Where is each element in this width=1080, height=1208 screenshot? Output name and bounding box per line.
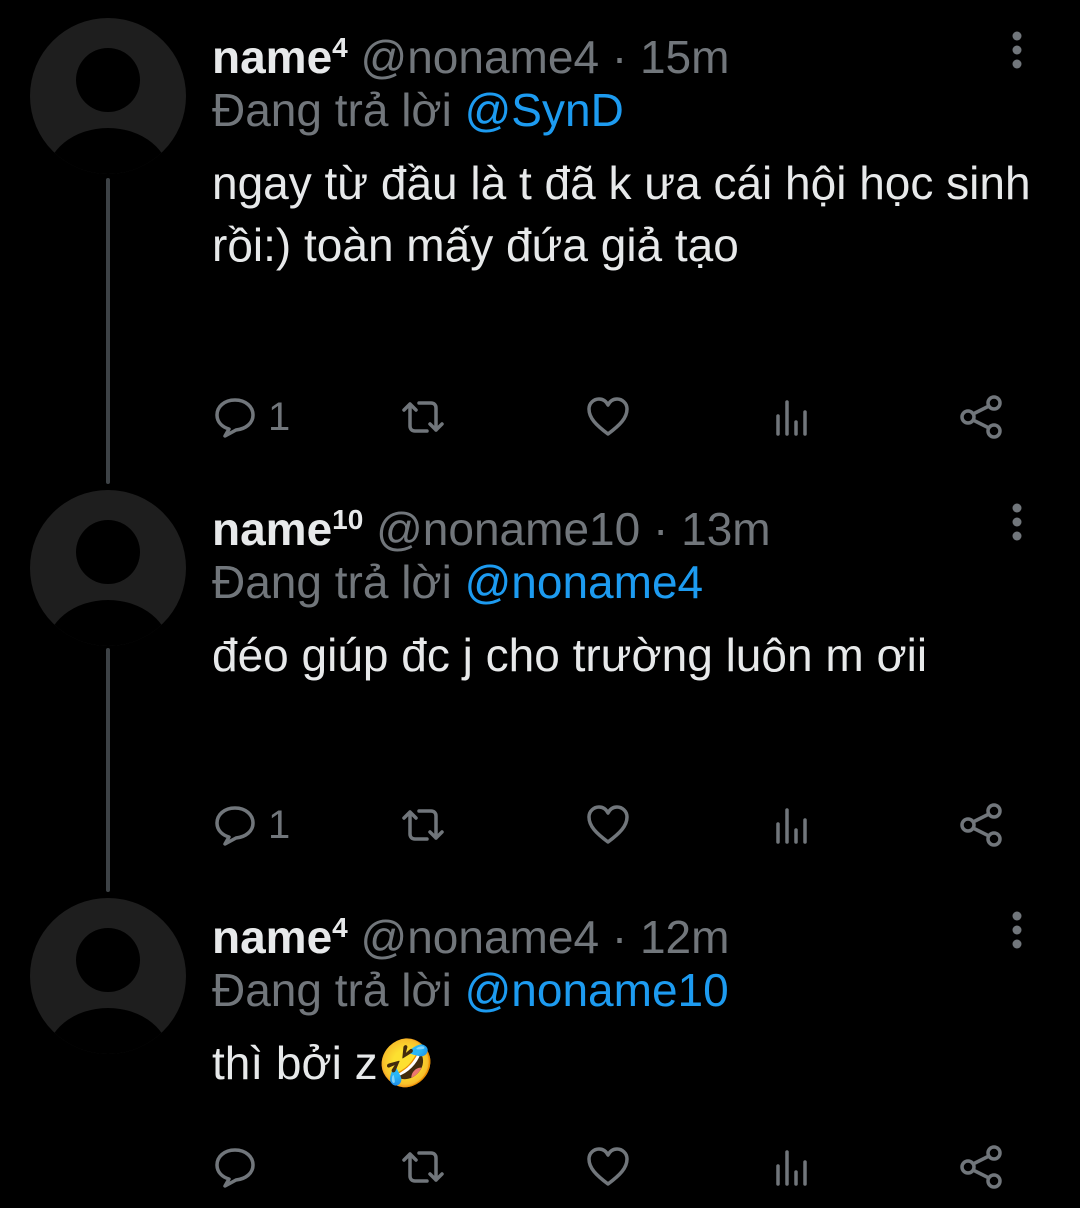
user-handle[interactable]: @noname10 [376, 503, 640, 555]
tweet-actions [212, 1142, 1032, 1192]
user-handle[interactable]: @noname4 [361, 31, 600, 83]
display-name[interactable]: name4 [212, 911, 348, 963]
retweet-button[interactable] [398, 800, 448, 850]
separator: · [611, 31, 628, 83]
reply-mention-link[interactable]: @noname4 [465, 556, 704, 608]
analytics-icon [776, 808, 807, 844]
share-button[interactable] [958, 392, 1006, 442]
avatar[interactable] [30, 490, 186, 646]
tweet-header: name4 @noname4 · 15m [212, 18, 729, 83]
tweet-actions: 1 [212, 800, 1032, 850]
display-name[interactable]: name4 [212, 31, 348, 83]
more-vertical-icon [1012, 31, 1022, 69]
reply-count: 1 [268, 802, 291, 847]
reply-icon [215, 806, 255, 846]
views-button[interactable] [772, 800, 812, 850]
replying-to-label: Đang trả lời [212, 84, 452, 136]
separator: · [611, 911, 628, 963]
like-button[interactable] [584, 392, 632, 442]
reply-button[interactable]: 1 [212, 392, 290, 442]
replying-to-label: Đang trả lời [212, 964, 452, 1016]
reply-mention-link[interactable]: @SynD [465, 84, 624, 136]
share-icon [960, 1145, 1002, 1189]
replying-to: Đang trả lời @noname4 [212, 552, 703, 612]
replying-to: Đang trả lời @noname10 [212, 960, 729, 1020]
tweet-actions: 1 [212, 392, 1032, 442]
avatar[interactable] [30, 18, 186, 174]
share-icon [960, 395, 1002, 439]
avatar[interactable] [30, 898, 186, 1054]
retweet-icon [402, 809, 444, 841]
views-button[interactable] [772, 392, 812, 442]
like-button[interactable] [584, 1142, 632, 1192]
timestamp[interactable]: 12m [640, 911, 729, 963]
more-vertical-icon [1012, 503, 1022, 541]
replying-to: Đang trả lời @SynD [212, 80, 624, 140]
analytics-icon [776, 400, 807, 436]
reply-button[interactable] [212, 1142, 268, 1192]
analytics-icon [776, 1150, 807, 1186]
timestamp[interactable]: 15m [640, 31, 729, 83]
timestamp[interactable]: 13m [681, 503, 770, 555]
retweet-button[interactable] [398, 1142, 448, 1192]
heart-icon [587, 397, 629, 436]
tweet-text: đéo giúp đc j cho trường luôn m ơii [212, 629, 928, 681]
tweet-header: name4 @noname4 · 12m [212, 898, 729, 963]
thread-connector-line [106, 648, 110, 892]
tweet-header: name10 @noname10 · 13m [212, 490, 771, 555]
reply-icon [215, 398, 255, 438]
tweet-text: thì bởi z🤣 [212, 1037, 435, 1089]
thread-connector-line [106, 178, 110, 484]
retweet-icon [402, 1151, 444, 1183]
reply-button[interactable]: 1 [212, 800, 290, 850]
more-options-button[interactable] [1002, 502, 1032, 542]
default-avatar-icon [46, 48, 170, 174]
heart-icon [587, 1147, 629, 1186]
share-icon [960, 803, 1002, 847]
default-avatar-icon [46, 520, 170, 646]
more-options-button[interactable] [1002, 910, 1032, 950]
share-button[interactable] [958, 1142, 1006, 1192]
like-button[interactable] [584, 800, 632, 850]
heart-icon [587, 805, 629, 844]
reply-count: 1 [268, 394, 291, 439]
more-options-button[interactable] [1002, 30, 1032, 70]
display-name[interactable]: name10 [212, 503, 363, 555]
replying-to-label: Đang trả lời [212, 556, 452, 608]
tweet-text: ngay từ đầu là t đã k ưa cái hội học sin… [212, 157, 1031, 271]
reply-mention-link[interactable]: @noname10 [465, 964, 729, 1016]
views-button[interactable] [772, 1142, 812, 1192]
separator: · [653, 503, 669, 555]
retweet-icon [402, 401, 444, 433]
retweet-button[interactable] [398, 392, 448, 442]
default-avatar-icon [46, 928, 170, 1054]
share-button[interactable] [958, 800, 1006, 850]
reply-icon [215, 1148, 255, 1188]
more-vertical-icon [1012, 911, 1022, 949]
user-handle[interactable]: @noname4 [361, 911, 600, 963]
